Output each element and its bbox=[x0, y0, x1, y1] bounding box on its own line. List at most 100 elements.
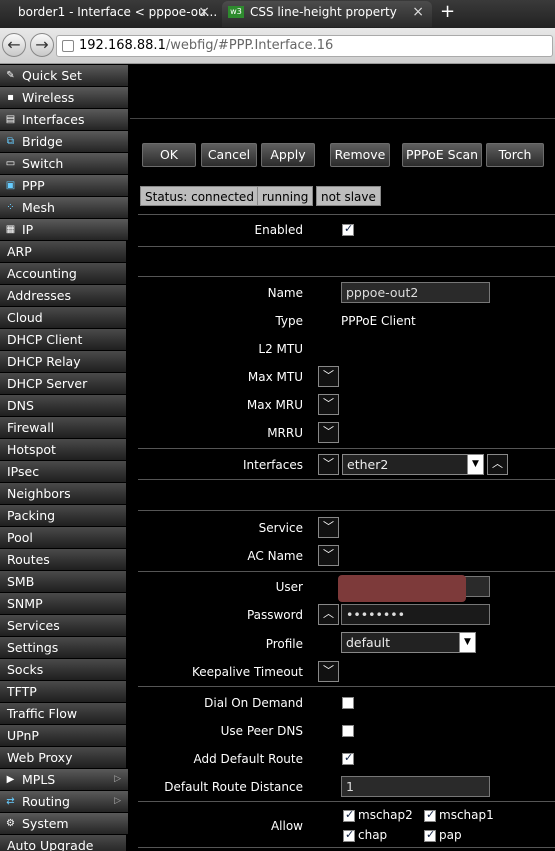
sidebar-subitem-settings[interactable]: Settings bbox=[0, 637, 130, 659]
allow-mschap2-checkbox[interactable] bbox=[343, 808, 355, 822]
back-button[interactable]: ← bbox=[2, 33, 26, 57]
interfaces-select[interactable]: ether2 ▼ bbox=[342, 454, 484, 475]
sidebar-subitem-tftp[interactable]: TFTP bbox=[0, 681, 130, 703]
add-default-route-checkbox[interactable] bbox=[342, 751, 354, 765]
allow-pap-checkbox[interactable] bbox=[424, 828, 436, 842]
sidebar-subitem-snmp[interactable]: SNMP bbox=[0, 593, 130, 615]
sidebar-item-mpls[interactable]: ▶ MPLS ▷ bbox=[0, 769, 130, 791]
divider bbox=[138, 246, 555, 247]
divider bbox=[138, 801, 555, 802]
sidebar-subitem-addresses[interactable]: Addresses bbox=[0, 285, 130, 307]
sidebar-subitem-routes[interactable]: Routes bbox=[0, 549, 130, 571]
w3-favicon-icon: w3 bbox=[228, 6, 244, 18]
sidebar-subitem-firewall[interactable]: Firewall bbox=[0, 417, 130, 439]
sidebar-item-ip[interactable]: ▦ IP bbox=[0, 219, 130, 241]
chevron-up-icon: ︿ bbox=[323, 607, 334, 620]
browser-tab-webfig[interactable]: border1 - Interface < pppoe-ou... × bbox=[0, 1, 218, 27]
divider bbox=[138, 847, 555, 848]
sidebar-subitem-web-proxy[interactable]: Web Proxy bbox=[0, 747, 130, 769]
max-mtu-label: Max MTU bbox=[247, 370, 303, 384]
sidebar-item-quick-set[interactable]: ✎ Quick Set bbox=[0, 65, 130, 87]
submenu-arrow-icon: ▷ bbox=[114, 796, 121, 806]
max-mru-expand-button[interactable]: ﹀ bbox=[318, 394, 339, 415]
interfaces-collapse-button[interactable]: ︿ bbox=[487, 454, 508, 475]
allow-chap-checkbox[interactable] bbox=[343, 828, 355, 842]
sidebar-item-interfaces[interactable]: ▤ Interfaces bbox=[0, 109, 130, 131]
sidebar-subitem-dns[interactable]: DNS bbox=[0, 395, 130, 417]
sidebar-item-system[interactable]: ⚙ System bbox=[0, 813, 130, 835]
sidebar-item-switch[interactable]: ▭ Switch bbox=[0, 153, 130, 175]
sidebar-subitem-neighbors[interactable]: Neighbors bbox=[0, 483, 130, 505]
password-label: Password bbox=[246, 608, 303, 622]
browser-tabbar: border1 - Interface < pppoe-ou... × w3 C… bbox=[0, 0, 555, 28]
sidebar-subitem-accounting[interactable]: Accounting bbox=[0, 263, 130, 285]
name-input[interactable]: pppoe-out2 bbox=[341, 282, 490, 303]
apply-button[interactable]: Apply bbox=[261, 143, 315, 167]
name-label: Name bbox=[267, 286, 303, 300]
cancel-button[interactable]: Cancel bbox=[201, 143, 257, 167]
sidebar-subitem-pool[interactable]: Pool bbox=[0, 527, 130, 549]
remove-button[interactable]: Remove bbox=[330, 143, 390, 167]
sidebar-item-ppp[interactable]: ▣ PPP bbox=[0, 175, 130, 197]
status-running: running bbox=[257, 186, 314, 206]
sidebar-subitem-dhcp-relay[interactable]: DHCP Relay bbox=[0, 351, 130, 373]
sidebar-subitem-auto-upgrade[interactable]: Auto Upgrade bbox=[0, 835, 130, 851]
sidebar-subitem-packing[interactable]: Packing bbox=[0, 505, 130, 527]
sidebar-subitem-arp[interactable]: ARP bbox=[0, 241, 130, 263]
divider bbox=[138, 448, 555, 449]
url-field[interactable]: 192.168.88.1/webfig/#PPP.Interface.16 bbox=[56, 35, 553, 57]
profile-select[interactable]: default ▼ bbox=[341, 632, 476, 653]
close-icon[interactable]: × bbox=[412, 1, 424, 23]
sidebar-item-wireless[interactable]: ▪ Wireless bbox=[0, 87, 130, 109]
max-mtu-expand-button[interactable]: ﹀ bbox=[318, 366, 339, 387]
sidebar-item-mesh[interactable]: ⁘ Mesh bbox=[0, 197, 130, 219]
keepalive-label: Keepalive Timeout bbox=[192, 665, 303, 679]
sidebar-subitem-smb[interactable]: SMB bbox=[0, 571, 130, 593]
default-route-distance-input[interactable]: 1 bbox=[341, 776, 490, 797]
service-expand-button[interactable]: ﹀ bbox=[318, 517, 339, 538]
allow-mschap1-checkbox[interactable] bbox=[424, 808, 436, 822]
dial-on-demand-checkbox[interactable] bbox=[342, 697, 354, 709]
password-input[interactable]: •••••••• bbox=[341, 604, 490, 625]
sidebar-subitem-services[interactable]: Services bbox=[0, 615, 130, 637]
close-icon[interactable]: × bbox=[198, 1, 210, 23]
ok-button[interactable]: OK bbox=[142, 143, 196, 167]
use-peer-dns-checkbox[interactable] bbox=[342, 725, 354, 737]
keepalive-expand-button[interactable]: ﹀ bbox=[318, 661, 339, 682]
sidebar-item-bridge[interactable]: ⧉ Bridge bbox=[0, 131, 130, 153]
mrru-expand-button[interactable]: ﹀ bbox=[318, 422, 339, 443]
use-peer-dns-label: Use Peer DNS bbox=[220, 724, 303, 738]
url-text: 192.168.88.1/webfig/#PPP.Interface.16 bbox=[79, 38, 334, 53]
sidebar-subitem-dhcp-server[interactable]: DHCP Server bbox=[0, 373, 130, 395]
pppoe-scan-button[interactable]: PPPoE Scan bbox=[402, 143, 482, 167]
sidebar-subitem-upnp[interactable]: UPnP bbox=[0, 725, 130, 747]
default-route-distance-label: Default Route Distance bbox=[164, 780, 303, 794]
type-value: PPPoE Client bbox=[341, 314, 416, 328]
password-toggle-button[interactable]: ︿ bbox=[318, 604, 339, 625]
divider bbox=[138, 686, 555, 687]
gear-icon: ⚙ bbox=[6, 818, 15, 829]
interfaces-expand-button[interactable]: ﹀ bbox=[318, 454, 339, 475]
main-panel: OK Cancel Apply Remove PPPoE Scan Torch … bbox=[130, 65, 555, 851]
service-label: Service bbox=[258, 521, 303, 535]
sidebar-subitem-cloud[interactable]: Cloud bbox=[0, 307, 130, 329]
enabled-checkbox[interactable] bbox=[342, 222, 354, 236]
sidebar-subitem-dhcp-client[interactable]: DHCP Client bbox=[0, 329, 130, 351]
address-bar: ← → 192.168.88.1/webfig/#PPP.Interface.1… bbox=[0, 28, 555, 64]
sidebar-subitem-traffic-flow[interactable]: Traffic Flow bbox=[0, 703, 130, 725]
sidebar-subitem-ipsec[interactable]: IPsec bbox=[0, 461, 130, 483]
new-tab-button[interactable]: + bbox=[440, 0, 455, 24]
sidebar-subitem-hotspot[interactable]: Hotspot bbox=[0, 439, 130, 461]
sidebar-item-routing[interactable]: ⇄ Routing ▷ bbox=[0, 791, 130, 813]
sidebar-subitem-socks[interactable]: Socks bbox=[0, 659, 130, 681]
dropdown-arrow-icon: ▼ bbox=[459, 633, 475, 652]
ac-name-expand-button[interactable]: ﹀ bbox=[318, 545, 339, 566]
torch-button[interactable]: Torch bbox=[486, 143, 544, 167]
chevron-down-icon: ﹀ bbox=[323, 520, 334, 533]
browser-tab-css[interactable]: w3 CSS line-height property × bbox=[222, 1, 432, 27]
forward-button[interactable]: → bbox=[30, 33, 54, 57]
divider bbox=[138, 571, 555, 572]
sidebar: ✎ Quick Set ▪ Wireless ▤ Interfaces ⧉ Bridge… bbox=[0, 65, 130, 851]
header-area bbox=[130, 65, 555, 119]
ip-icon: ▦ bbox=[5, 224, 16, 235]
